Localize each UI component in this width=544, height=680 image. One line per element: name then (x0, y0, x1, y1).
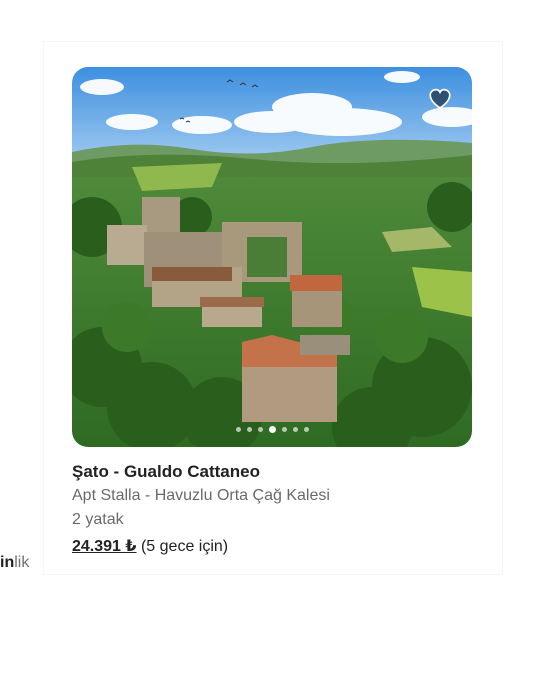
brand-bold: in (0, 554, 15, 571)
listing-beds: 2 yatak (72, 511, 124, 528)
listing-photo[interactable] (72, 67, 472, 447)
page: Şato - Gualdo Cattaneo Apt Stalla - Havu… (0, 0, 544, 680)
carousel-dot[interactable] (292, 427, 298, 432)
listing-subtitle: Apt Stalla - Havuzlu Orta Çağ Kalesi (72, 487, 330, 504)
castle-photo-image (72, 67, 472, 447)
carousel-dot[interactable] (246, 427, 252, 432)
carousel-dot[interactable] (281, 427, 287, 432)
carousel-dot[interactable] (303, 427, 309, 432)
listing-price[interactable]: 24.391 ₺ (72, 538, 137, 555)
brand-light: lik (14, 554, 30, 571)
listing-info[interactable]: Şato - Gualdo Cattaneo Apt Stalla - Havu… (72, 460, 472, 560)
photo-carousel-dots (72, 426, 472, 433)
carousel-dot[interactable] (235, 427, 241, 432)
carousel-dot[interactable] (257, 427, 263, 432)
price-row: 24.391 ₺ (5 gece için) (72, 534, 472, 560)
listing-title: Şato - Gualdo Cattaneo (72, 462, 260, 481)
favorite-button[interactable] (426, 85, 454, 113)
brand-text: inlik (0, 553, 29, 573)
carousel-dot[interactable] (268, 426, 276, 433)
heart-icon (429, 88, 451, 109)
price-note: (5 gece için) (140, 538, 229, 555)
